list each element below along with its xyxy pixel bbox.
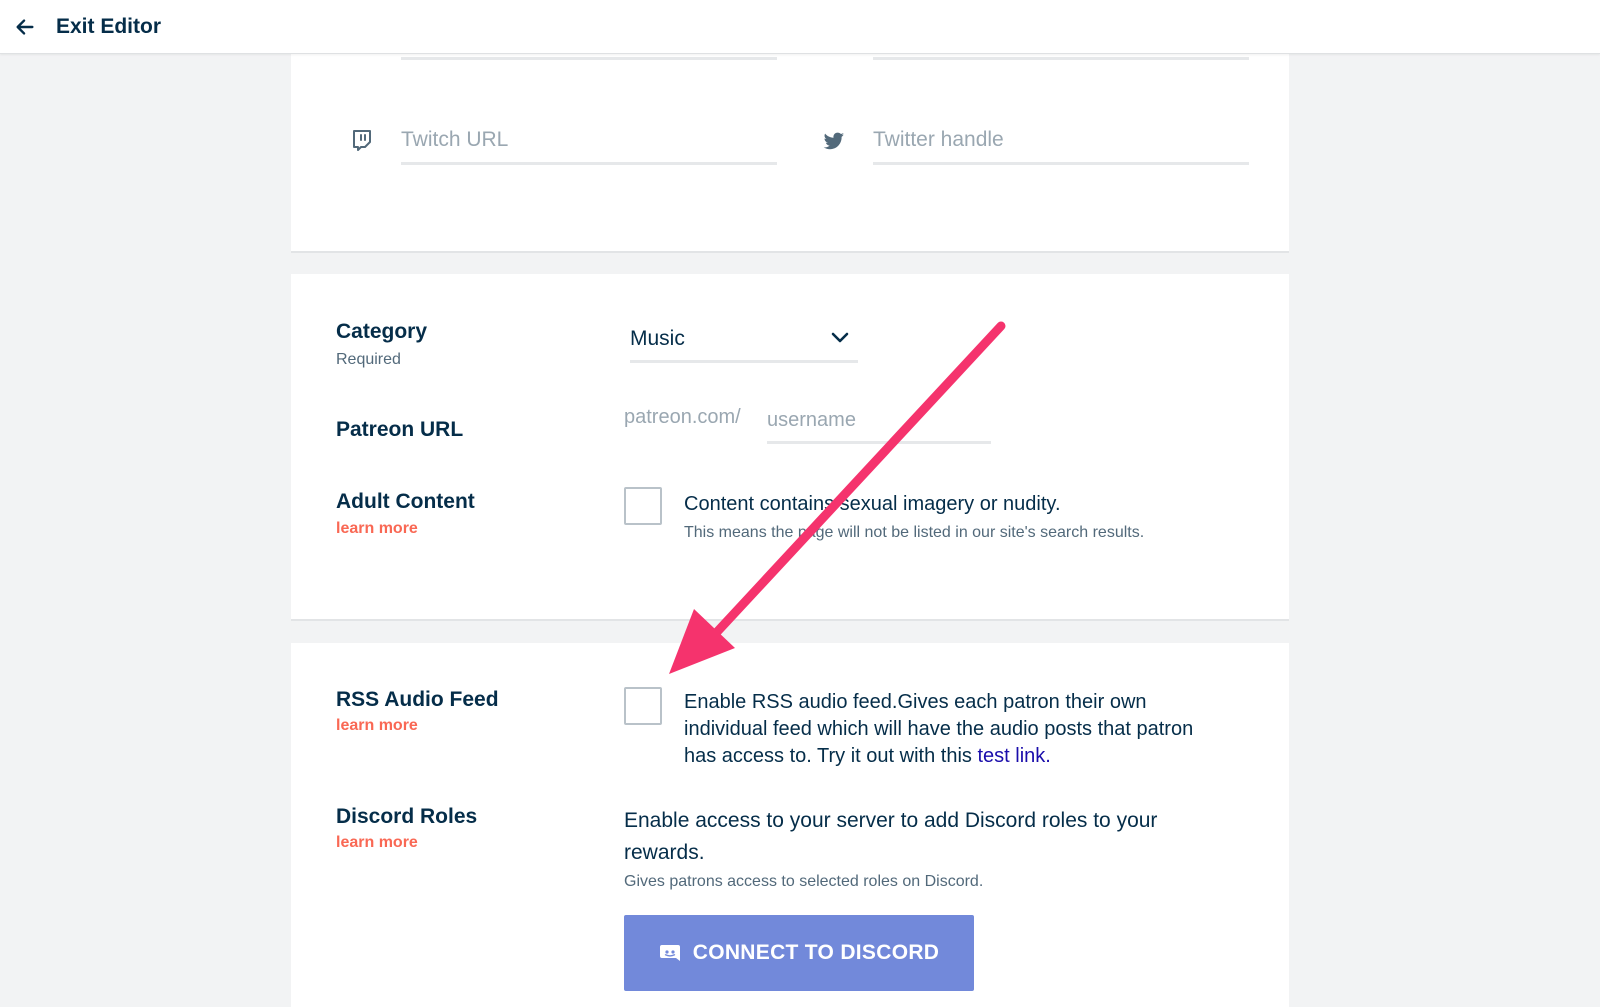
discord-note: Gives patrons access to selected roles o… [624,873,984,890]
adult-content-checkbox-label: Content contains sexual imagery or nudit… [684,493,1061,515]
rss-description: Enable RSS audio feed.Gives each patron … [684,689,1204,770]
arrow-left-icon [16,19,34,35]
patreon-url-prefix: patreon.com/ [624,406,741,428]
category-required-note: Required [336,351,401,368]
adult-content-label: Adult Content [336,490,475,513]
rss-test-link[interactable]: test link. [977,745,1050,767]
discord-icon [659,945,680,961]
category-label: Category [336,320,428,343]
discord-description: Enable access to your server to add Disc… [624,809,1158,864]
field-underline [873,57,1249,60]
twitter-handle-input[interactable] [873,123,1249,165]
twitter-icon [823,132,844,150]
patreon-url-label: Patreon URL [336,418,464,441]
top-bar: Exit Editor [0,0,1600,54]
connect-to-discord-label: CONNECT TO DISCORD [692,941,940,964]
discord-roles-label: Discord Roles [336,805,478,828]
exit-editor-label: Exit Editor [56,15,162,38]
connect-to-discord-button[interactable]: CONNECT TO DISCORD [624,915,974,991]
exit-editor-button[interactable]: Exit Editor [8,8,167,46]
field-underline [401,57,777,60]
twitch-icon [353,130,371,151]
chevron-down-icon [831,332,849,343]
rss-audio-feed-label: RSS Audio Feed [336,688,499,711]
twitch-url-input[interactable] [401,123,777,165]
adult-content-checkbox[interactable] [624,487,662,525]
adult-content-learn-more-link[interactable]: learn more [336,520,418,538]
discord-learn-more-link[interactable]: learn more [336,834,418,852]
adult-content-note: This means the page will not be listed i… [684,524,1145,541]
category-select[interactable]: Music [630,317,858,363]
rss-audio-feed-checkbox[interactable] [624,687,662,725]
rss-learn-more-link[interactable]: learn more [336,717,418,735]
category-select-value: Music [630,327,685,350]
rss-description-text: Enable RSS audio feed.Gives each patron … [684,691,1194,767]
patreon-username-input[interactable] [767,400,991,444]
